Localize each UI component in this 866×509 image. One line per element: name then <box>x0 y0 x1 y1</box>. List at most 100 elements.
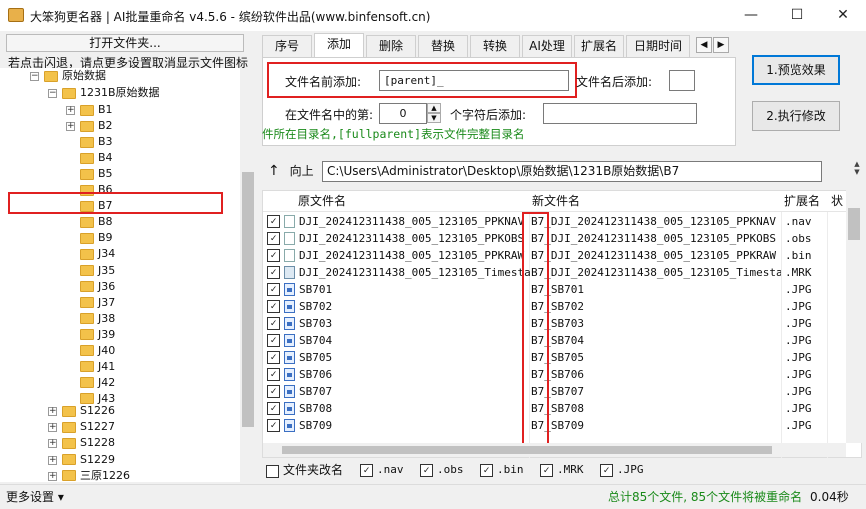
position-input[interactable]: 0 <box>379 103 427 124</box>
tree-node-b5[interactable]: B5 <box>80 166 113 182</box>
row-checkbox[interactable]: ✓ <box>267 317 280 330</box>
row-checkbox[interactable]: ✓ <box>267 215 280 228</box>
open-folder-button[interactable]: 打开文件夹... <box>6 34 244 52</box>
table-row[interactable]: ✓ SB703 B7_SB703 .JPG <box>263 315 847 332</box>
row-checkbox[interactable]: ✓ <box>267 351 280 364</box>
collapse-icon[interactable]: − <box>48 89 57 98</box>
table-row[interactable]: ✓ SB705 B7_SB705 .JPG <box>263 349 847 366</box>
tree-node-s-2[interactable]: S1228 <box>62 435 115 451</box>
row-checkbox[interactable]: ✓ <box>267 419 280 432</box>
tree-node-j38[interactable]: J38 <box>80 311 115 327</box>
table-row[interactable]: ✓ DJI_202412311438_005_123105_PPKRAW B7_DJ… <box>263 247 847 264</box>
new-name: B7_DJI_202412311438_005_123105_PPKOBS <box>531 232 777 245</box>
expand-icon[interactable]: + <box>66 106 75 115</box>
col-header-status[interactable]: 状 <box>831 191 843 211</box>
minimize-button[interactable]: — <box>728 0 774 31</box>
expand-icon[interactable]: + <box>48 423 57 433</box>
tree-scroll-thumb[interactable] <box>242 172 254 427</box>
tree-node-s-0[interactable]: S1226 <box>62 403 115 419</box>
list-horizontal-thumb[interactable] <box>282 446 772 454</box>
filter-checkbox-obs[interactable]: ✓ .obs <box>420 462 464 478</box>
table-row[interactable]: ✓ DJI_202412311438_005_123105_Timestamp B7… <box>263 264 847 281</box>
tree-node-s-1[interactable]: S1227 <box>62 419 115 435</box>
row-checkbox[interactable]: ✓ <box>267 249 280 262</box>
extension: .bin <box>785 249 812 262</box>
spin-up-icon[interactable]: ▲ <box>427 103 441 113</box>
row-checkbox[interactable]: ✓ <box>267 266 280 279</box>
row-checkbox[interactable]: ✓ <box>267 232 280 245</box>
table-row[interactable]: ✓ SB702 B7_SB702 .JPG <box>263 298 847 315</box>
tree-node-b3[interactable]: B3 <box>80 134 113 150</box>
tree-node-j41[interactable]: J41 <box>80 359 115 375</box>
tree-node-j42[interactable]: J42 <box>80 375 115 391</box>
table-row[interactable]: ✓ SB701 B7_SB701 .JPG <box>263 281 847 298</box>
filter-checkbox-mrk[interactable]: ✓ .MRK <box>540 462 584 478</box>
row-checkbox[interactable]: ✓ <box>267 368 280 381</box>
table-row[interactable]: ✓ SB708 B7_SB708 .JPG <box>263 400 847 417</box>
filter-checkbox-jpg[interactable]: ✓ .JPG <box>600 462 644 478</box>
tree-node-b8[interactable]: B8 <box>80 214 113 230</box>
filter-checkbox-nav[interactable]: ✓ .nav <box>360 462 404 478</box>
col-header-new[interactable]: 新文件名 <box>532 191 580 211</box>
up-button[interactable]: ↑ 向上 <box>268 162 314 179</box>
tab-6[interactable]: 扩展名 <box>574 35 624 57</box>
path-scroll-icon[interactable]: ▲ ▼ <box>850 160 864 184</box>
folder-tree[interactable]: − 原始数据 − 1231B原始数据 + B1 + B2 B3 B4 B5 B6 B7 B8 B9 J… <box>0 68 256 482</box>
tree-node-s-4[interactable]: 三原1226 <box>62 468 130 482</box>
after-input[interactable] <box>543 103 697 124</box>
more-settings-button[interactable]: 更多设置 ▾ <box>6 488 64 505</box>
tab-3[interactable]: 替换 <box>418 35 468 57</box>
expand-icon[interactable]: + <box>48 407 57 416</box>
table-row[interactable]: ✓ SB704 B7_SB704 .JPG <box>263 332 847 349</box>
tree-node-root[interactable]: 原始数据 <box>44 68 106 84</box>
filter-checkbox-bin[interactable]: ✓ .bin <box>480 462 524 478</box>
expand-icon[interactable]: + <box>48 471 57 481</box>
preview-button[interactable]: 1.预览效果 <box>752 55 840 85</box>
row-checkbox[interactable]: ✓ <box>267 334 280 347</box>
row-checkbox[interactable]: ✓ <box>267 385 280 398</box>
tree-node-1231b[interactable]: 1231B原始数据 <box>62 85 160 101</box>
row-checkbox[interactable]: ✓ <box>267 300 280 313</box>
tab-4[interactable]: 转换 <box>470 35 520 57</box>
tree-node-j40[interactable]: J40 <box>80 343 115 359</box>
expand-icon[interactable]: + <box>48 439 57 449</box>
tree-node-b2[interactable]: B2 <box>80 118 113 134</box>
suffix-input[interactable] <box>669 70 695 91</box>
tree-node-j37[interactable]: J37 <box>80 295 115 311</box>
tree-node-j34[interactable]: J34 <box>80 246 115 262</box>
tab-0[interactable]: 序号 <box>262 35 312 57</box>
tree-node-j35[interactable]: J35 <box>80 263 115 279</box>
tree-node-b1[interactable]: B1 <box>80 102 113 118</box>
tree-node-s-3[interactable]: S1229 <box>62 452 115 468</box>
tab-2[interactable]: 删除 <box>366 35 416 57</box>
col-header-ext[interactable]: 扩展名 <box>784 191 820 211</box>
collapse-icon[interactable]: − <box>30 72 39 81</box>
tree-node-b9[interactable]: B9 <box>80 230 113 246</box>
tab-1[interactable]: 添加 <box>314 33 364 57</box>
table-row[interactable]: ✓ SB707 B7_SB707 .JPG <box>263 383 847 400</box>
tree-node-j39[interactable]: J39 <box>80 327 115 343</box>
list-vertical-thumb[interactable] <box>848 208 860 240</box>
tab-left-arrow-icon[interactable]: ◀ <box>696 37 712 53</box>
expand-icon[interactable]: + <box>66 122 75 132</box>
tab-right-arrow-icon[interactable]: ▶ <box>713 37 729 53</box>
expand-icon[interactable]: + <box>48 455 57 465</box>
folder-rename-checkbox[interactable]: 文件夹改名 <box>266 462 343 478</box>
table-row[interactable]: ✓ DJI_202412311438_005_123105_PPKNAV B7_DJ… <box>263 213 847 230</box>
table-row[interactable]: ✓ SB706 B7_SB706 .JPG <box>263 366 847 383</box>
position-label: 在文件名中的第: <box>285 108 374 122</box>
tree-node-j36[interactable]: J36 <box>80 279 115 295</box>
table-row[interactable]: ✓ DJI_202412311438_005_123105_PPKOBS B7_DJ… <box>263 230 847 247</box>
close-button[interactable]: ✕ <box>820 0 866 31</box>
maximize-button[interactable]: ☐ <box>774 0 820 31</box>
row-checkbox[interactable]: ✓ <box>267 283 280 296</box>
spin-down-icon[interactable]: ▼ <box>427 113 441 123</box>
col-header-orig[interactable]: 原文件名 <box>298 191 346 211</box>
path-input[interactable]: C:\Users\Administrator\Desktop\原始数据\1231… <box>322 161 822 182</box>
apply-button[interactable]: 2.执行修改 <box>752 101 840 131</box>
table-row[interactable]: ✓ SB709 B7_SB709 .JPG <box>263 417 847 434</box>
tab-5[interactable]: AI处理 <box>522 35 572 57</box>
tab-7[interactable]: 日期时间 <box>626 35 690 57</box>
row-checkbox[interactable]: ✓ <box>267 402 280 415</box>
tree-node-b4[interactable]: B4 <box>80 150 113 166</box>
